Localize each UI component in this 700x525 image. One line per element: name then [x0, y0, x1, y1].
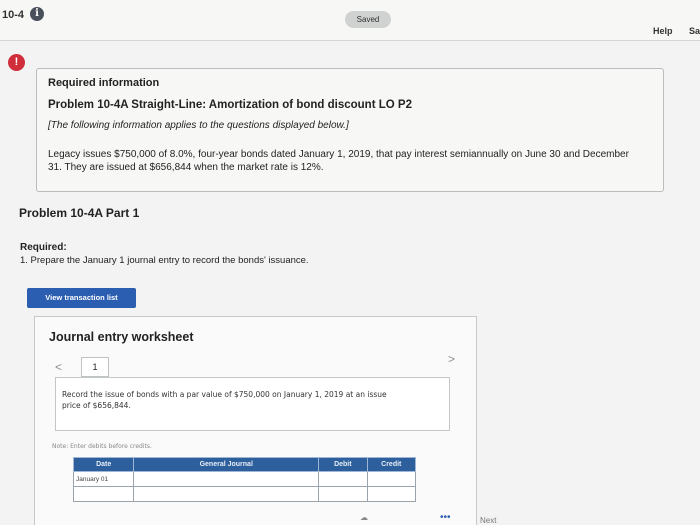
journal-table: Date General Journal Debit Credit Januar… — [72, 457, 417, 502]
save-exit-link[interactable]: Sa — [689, 26, 700, 36]
top-bar: 10-4 i Saved Help Sa — [0, 0, 700, 41]
debit-cell[interactable] — [318, 471, 368, 487]
info-icon[interactable]: i — [30, 7, 44, 21]
help-link[interactable]: Help — [653, 26, 673, 36]
debit-cell[interactable] — [318, 486, 368, 502]
next-button[interactable]: Next — [480, 516, 496, 525]
column-header-date: Date — [72, 457, 135, 472]
column-header-credit: Credit — [366, 457, 417, 472]
problem-title: Problem 10-4A Straight-Line: Amortizatio… — [48, 99, 412, 111]
date-cell[interactable] — [72, 486, 135, 502]
worksheet-page-number[interactable]: 1 — [81, 357, 109, 377]
question-number: 10-4 — [2, 9, 25, 21]
chevron-left-icon[interactable]: < — [55, 360, 62, 374]
journal-entry-worksheet: Journal entry worksheet < 1 > Record the… — [34, 316, 477, 525]
table-row — [72, 486, 417, 502]
part-title: Problem 10-4A Part 1 — [19, 206, 140, 220]
cloud-icon: ☁ — [360, 513, 368, 522]
applies-note: [The following information applies to th… — [48, 120, 349, 131]
account-cell[interactable] — [133, 471, 320, 487]
chevron-right-icon[interactable]: > — [448, 352, 455, 366]
required-text: 1. Prepare the January 1 journal entry t… — [20, 255, 309, 266]
debit-credit-note: Note: Enter debits before credits. — [52, 443, 152, 450]
instruction-text: Record the issue of bonds with a par val… — [62, 390, 387, 410]
instruction-box: Record the issue of bonds with a par val… — [55, 377, 450, 431]
column-header-debit: Debit — [318, 457, 368, 472]
view-transaction-list-button[interactable]: View transaction list — [27, 288, 136, 308]
more-dots-icon: ••• — [440, 512, 451, 523]
required-label: Required: — [20, 242, 67, 253]
credit-cell[interactable] — [366, 486, 417, 502]
worksheet-title: Journal entry worksheet — [49, 330, 194, 344]
required-info-title: Required information — [48, 77, 160, 89]
date-cell[interactable]: January 01 — [72, 471, 135, 487]
saved-status-badge: Saved — [345, 11, 391, 28]
column-header-general-journal: General Journal — [133, 457, 320, 472]
table-row: January 01 — [72, 471, 417, 487]
credit-cell[interactable] — [366, 471, 417, 487]
required-information-panel: Required information Problem 10-4A Strai… — [36, 68, 664, 192]
account-cell[interactable] — [133, 486, 320, 502]
alert-icon: ! — [8, 54, 25, 71]
problem-description: Legacy issues $750,000 of 8.0%, four-yea… — [48, 149, 629, 173]
